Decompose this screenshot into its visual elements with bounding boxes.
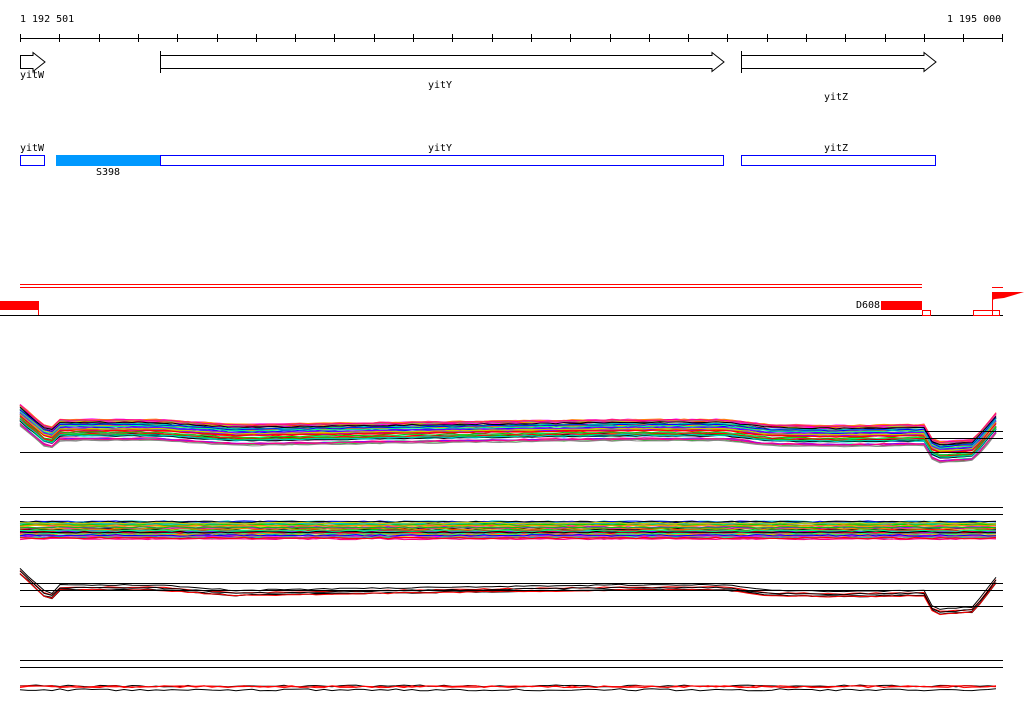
signal-block-D608[interactable] xyxy=(881,301,922,310)
gene-label-yitY[interactable]: yitY xyxy=(428,80,452,91)
genome-browser-canvas xyxy=(0,34,1024,692)
cds-box-yitY[interactable] xyxy=(160,155,724,166)
signal-box[interactable] xyxy=(973,310,1000,316)
signal-box[interactable] xyxy=(922,310,931,316)
expression-line xyxy=(19,688,997,692)
gene-arrow-yitZ[interactable] xyxy=(741,51,937,73)
signal-label-D608[interactable]: D608 xyxy=(856,300,880,311)
segment-label-S398[interactable]: S398 xyxy=(96,167,120,178)
gene-arrow-yitY[interactable] xyxy=(160,51,725,73)
gene-arrow-yitW[interactable] xyxy=(20,51,46,73)
cds-box-yitZ[interactable] xyxy=(741,155,936,166)
ruler-start-label: 1 192 501 xyxy=(20,14,75,25)
segment-S398[interactable] xyxy=(56,155,160,166)
signal-peak xyxy=(992,292,1024,300)
cds-label-yitW[interactable]: yitW xyxy=(20,143,44,154)
cds-box-yitW[interactable] xyxy=(20,155,45,166)
gene-label-yitW[interactable]: yitW xyxy=(20,70,44,81)
signal-block[interactable] xyxy=(0,301,38,310)
cds-label-yitZ[interactable]: yitZ xyxy=(824,143,848,154)
gene-label-yitZ[interactable]: yitZ xyxy=(824,92,848,103)
cds-label-yitY[interactable]: yitY xyxy=(428,143,452,154)
ruler-end-label: 1 195 000 xyxy=(947,14,1002,25)
